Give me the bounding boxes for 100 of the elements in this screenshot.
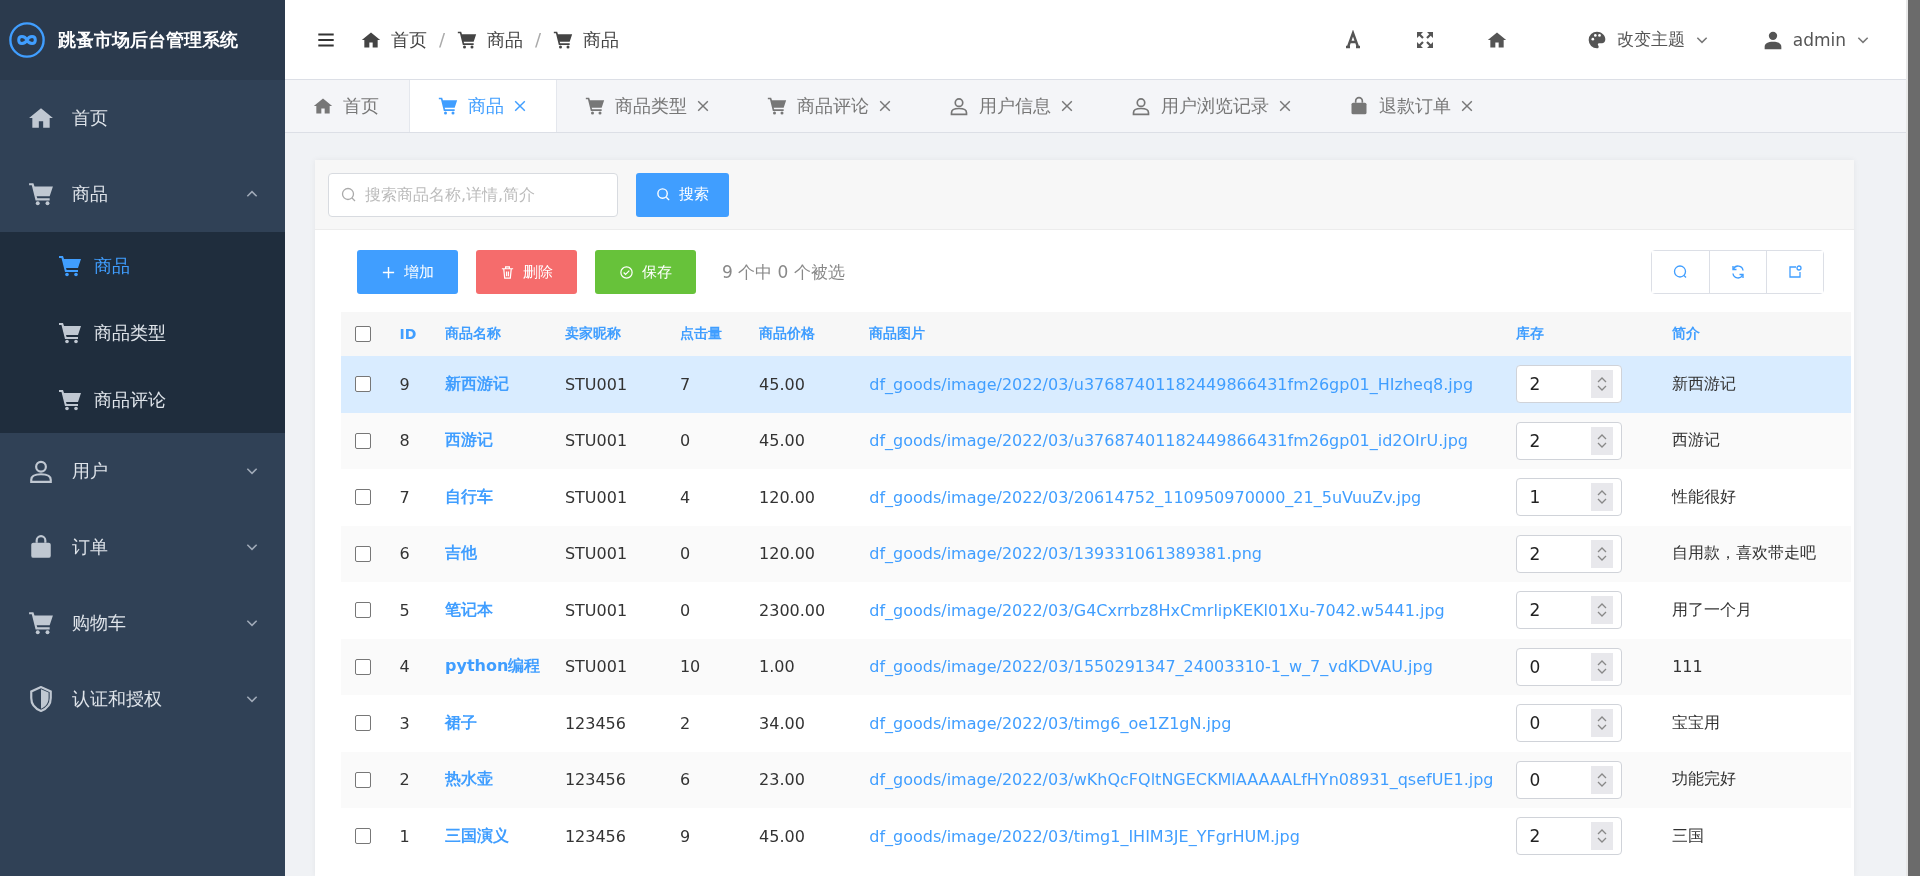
tab[interactable]: 商品类型: [557, 80, 739, 132]
stock-field[interactable]: 2: [1516, 365, 1623, 404]
column-header[interactable]: 简介: [1672, 325, 1701, 341]
product-name-link[interactable]: 吉他: [445, 543, 478, 563]
stock-field[interactable]: 0: [1516, 647, 1623, 686]
table-row[interactable]: 2 热水壶 123456 6 23.00 df_goods/image/2022/03/wKhQcFQltNGECKMlAAAAALfHYn08931_qsefUE1.jpg 0 功能完好: [341, 751, 1851, 808]
close-icon[interactable]: [514, 100, 526, 112]
stock-field[interactable]: 2: [1516, 534, 1623, 573]
image-link[interactable]: df_goods/image/2022/03/G4Cxrrbz8HxCmrlipKEKl01Xu-7042.w5441.jpg: [869, 600, 1445, 620]
checkbox[interactable]: [355, 602, 371, 619]
scrollbar[interactable]: [1906, 0, 1920, 876]
sidebar-item[interactable]: 购物车: [0, 585, 285, 661]
table-cell: 3: [399, 713, 410, 733]
table-row[interactable]: 6 吉他 STU001 0 120.00 df_goods/image/2022/03/139331061389381.png 2 自用款，喜欢带走吧: [341, 525, 1851, 582]
product-name-link[interactable]: 裙子: [445, 712, 478, 732]
tab[interactable]: 商品: [409, 80, 557, 132]
image-link[interactable]: df_goods/image/2022/03/timg6_oe1Z1gN.jpg: [869, 713, 1232, 733]
sidebar-item[interactable]: 首页: [0, 80, 285, 156]
stock-field[interactable]: 0: [1516, 760, 1623, 799]
column-header[interactable]: 商品图片: [869, 325, 926, 341]
checkbox[interactable]: [355, 376, 371, 393]
spinner-icon[interactable]: [1591, 765, 1614, 794]
close-icon[interactable]: [1279, 100, 1291, 112]
spinner-icon[interactable]: [1591, 822, 1614, 851]
checkbox[interactable]: [355, 489, 371, 506]
delete-button[interactable]: 删除: [476, 250, 577, 294]
save-button[interactable]: 保存: [595, 250, 696, 294]
close-icon[interactable]: [697, 100, 709, 112]
product-name-link[interactable]: python编程: [445, 656, 541, 676]
close-icon[interactable]: [1061, 100, 1073, 112]
column-header[interactable]: ID: [399, 326, 417, 342]
image-link[interactable]: df_goods/image/2022/03/20614752_110950970000_21_5uVuuZv.jpg: [869, 487, 1422, 507]
search-icon: [656, 187, 671, 202]
image-link[interactable]: df_goods/image/2022/03/139331061389381.png: [869, 544, 1262, 564]
column-header[interactable]: 卖家昵称: [564, 325, 621, 341]
spinner-icon[interactable]: [1591, 370, 1614, 399]
stock-field[interactable]: 2: [1516, 421, 1623, 460]
checkbox[interactable]: [355, 326, 371, 342]
image-link[interactable]: df_goods/image/2022/03/1550291347_24003310-1_w_7_vdKDVAU.jpg: [869, 657, 1433, 677]
table-row[interactable]: 3 裙子 123456 2 34.00 df_goods/image/2022/03/timg6_oe1Z1gN.jpg 0 宝宝用: [341, 695, 1851, 752]
image-link[interactable]: df_goods/image/2022/03/u37687401182449866431fm26gp01_HIzheq8.jpg: [869, 374, 1474, 394]
spinner-icon[interactable]: [1591, 709, 1614, 738]
sidebar-item[interactable]: 订单: [0, 509, 285, 585]
search-button[interactable]: 搜索: [636, 172, 729, 217]
column-header[interactable]: 商品价格: [759, 325, 815, 341]
table-row[interactable]: 8 西游记 STU001 0 45.00 df_goods/image/2022/03/u37687401182449866431fm26gp01_id2OIrU.jpg 2 西游记: [341, 412, 1851, 469]
product-name-link[interactable]: 热水壶: [445, 769, 494, 789]
theme-dropdown[interactable]: 改变主题: [1586, 28, 1709, 51]
checkbox[interactable]: [355, 658, 371, 675]
checkbox[interactable]: [355, 715, 371, 732]
column-header[interactable]: 库存: [1516, 325, 1545, 341]
fullscreen-icon[interactable]: [1414, 29, 1435, 50]
tab[interactable]: 用户信息: [921, 80, 1103, 132]
spinner-icon[interactable]: [1591, 596, 1614, 625]
breadcrumb-item[interactable]: 商品: [553, 27, 620, 52]
spinner-icon[interactable]: [1591, 426, 1614, 455]
image-link[interactable]: df_goods/image/2022/03/u37687401182449866431fm26gp01_id2OIrU.jpg: [869, 431, 1468, 451]
checkbox[interactable]: [355, 771, 371, 788]
close-icon[interactable]: [1461, 100, 1473, 112]
tab[interactable]: 用户浏览记录: [1103, 80, 1321, 132]
submenu-item[interactable]: 商品: [0, 232, 285, 299]
spinner-icon[interactable]: [1591, 539, 1614, 568]
search-field[interactable]: 搜索商品名称,详情,简介: [328, 172, 618, 217]
product-name-link[interactable]: 笔记本: [445, 599, 494, 619]
sidebar-item[interactable]: 用户: [0, 433, 285, 509]
product-name-link[interactable]: 新西游记: [445, 373, 510, 393]
sidebar-item[interactable]: 商品: [0, 156, 285, 232]
stock-field[interactable]: 2: [1516, 591, 1623, 630]
add-button[interactable]: 增加: [357, 250, 458, 294]
table-row[interactable]: 7 自行车 STU001 4 120.00 df_goods/image/2022/03/20614752_110950970000_21_5uVuuZv.jpg 1 性能很好: [341, 469, 1851, 526]
stock-field[interactable]: 2: [1516, 817, 1623, 856]
table-cell: 2: [399, 770, 410, 790]
checkbox[interactable]: [355, 432, 371, 449]
table-row[interactable]: 1 三国演义 123456 9 45.00 df_goods/image/2022/03/timg1_IHIM3JE_YFgrHUM.jpg 2 三国: [341, 808, 1851, 865]
product-name-link[interactable]: 西游记: [445, 430, 494, 450]
tab[interactable]: 首页: [285, 80, 409, 132]
breadcrumb-item[interactable]: 首页: [361, 27, 427, 52]
sidebar-item[interactable]: 认证和授权: [0, 661, 285, 737]
tab[interactable]: 退款订单: [1321, 80, 1503, 132]
submenu-item[interactable]: 商品类型: [0, 299, 285, 366]
breadcrumb-item[interactable]: 商品: [457, 27, 524, 52]
spinner-icon[interactable]: [1591, 483, 1614, 512]
image-link[interactable]: df_goods/image/2022/03/wKhQcFQltNGECKMlAAAAALfHYn08931_qsefUE1.jpg: [869, 770, 1494, 790]
table-row[interactable]: 5 笔记本 STU001 0 2300.00 df_goods/image/2022/03/G4Cxrrbz8HxCmrlipKEKl01Xu-7042.w5441.jpg 2 用了一个月: [341, 582, 1851, 639]
table-row[interactable]: 4 python编程 STU001 10 1.00 df_goods/image/2022/03/1550291347_24003310-1_w_7_vdKDVAU.jpg 0 111: [341, 638, 1851, 695]
spinner-icon[interactable]: [1591, 652, 1614, 681]
checkbox[interactable]: [355, 828, 371, 845]
column-header[interactable]: 商品名称: [445, 325, 502, 341]
column-header[interactable]: 点击量: [679, 325, 722, 341]
table-cell: STU001: [564, 600, 628, 620]
product-name-link[interactable]: 三国演义: [445, 825, 510, 845]
product-name-link[interactable]: 自行车: [445, 486, 494, 506]
checkbox[interactable]: [355, 545, 371, 562]
close-icon[interactable]: [879, 100, 891, 112]
tab[interactable]: 商品评论: [739, 80, 921, 132]
submenu-item[interactable]: 商品评论: [0, 366, 285, 433]
user-dropdown[interactable]: admin: [1762, 29, 1870, 50]
stock-field[interactable]: 0: [1516, 704, 1623, 743]
image-link[interactable]: df_goods/image/2022/03/timg1_IHIM3JE_YFgrHUM.jpg: [869, 826, 1300, 846]
stock-field[interactable]: 1: [1516, 478, 1623, 517]
